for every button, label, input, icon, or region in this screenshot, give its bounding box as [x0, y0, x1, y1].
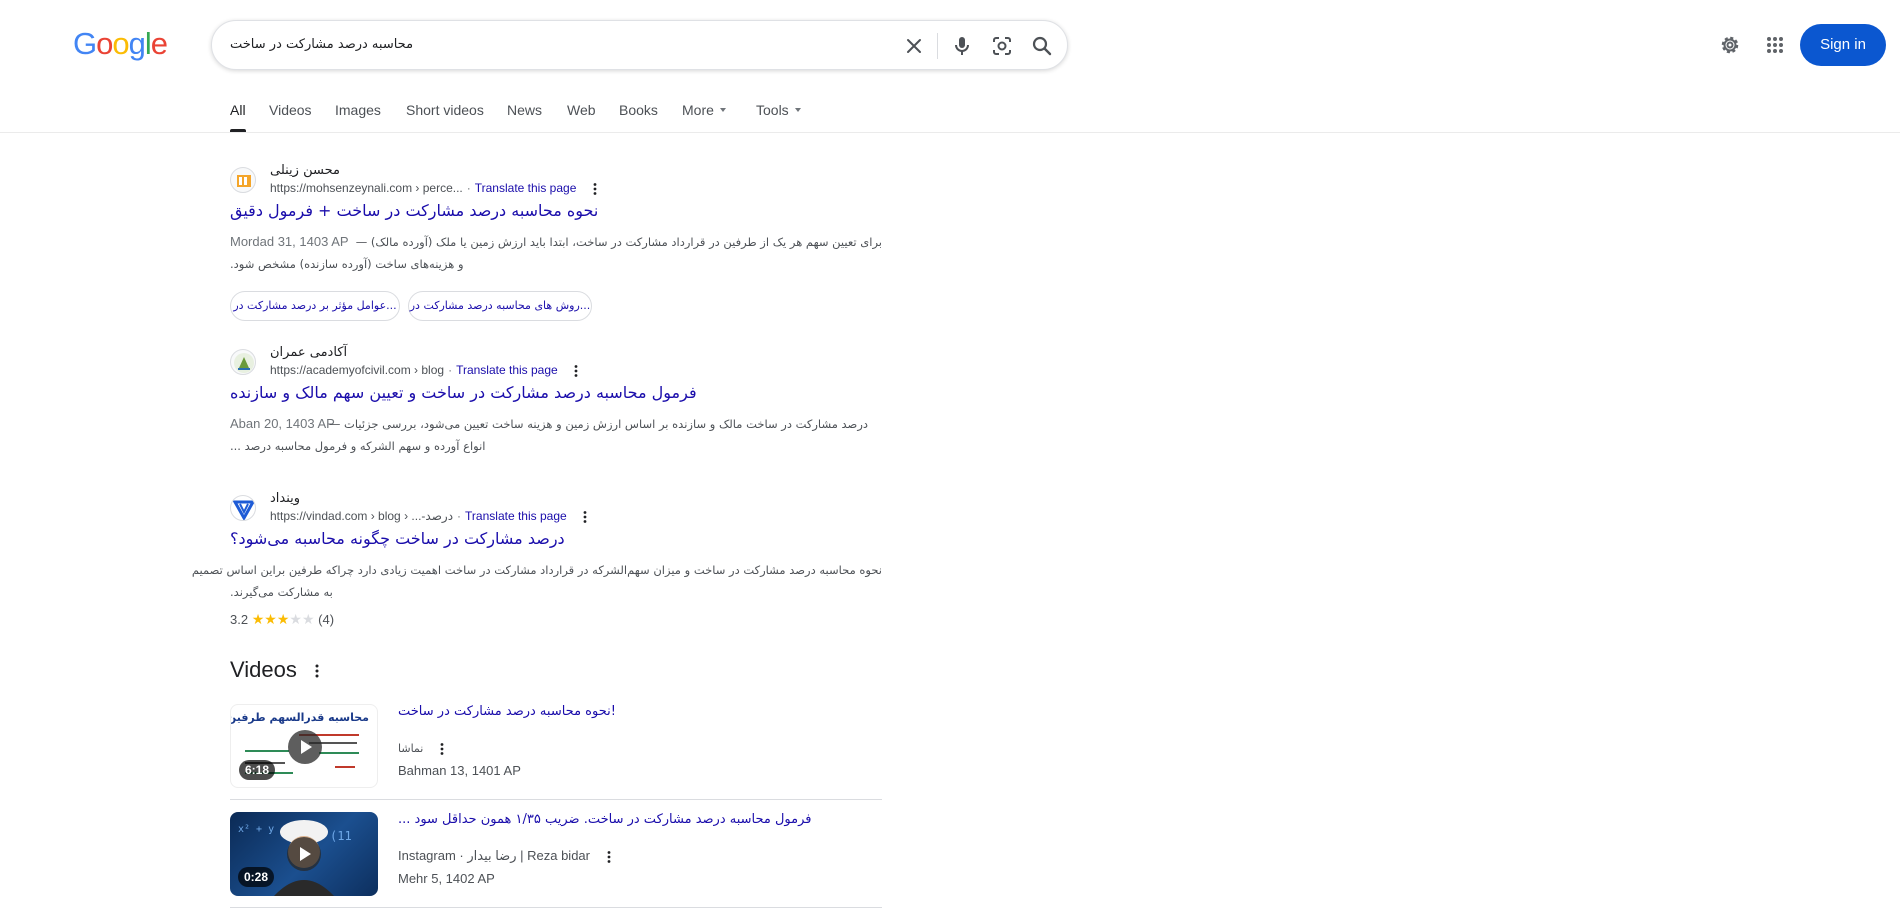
snippet-line-2: انواع آورده و سهم الشرکه و فرمول محاسبه … — [230, 439, 486, 453]
svg-text:x² + y: x² + y — [238, 824, 274, 835]
more-options-icon[interactable] — [578, 510, 592, 524]
video-thumbnail[interactable]: x² + y (11 0:28 — [230, 812, 378, 896]
site-favicon[interactable] — [230, 495, 256, 521]
site-favicon[interactable] — [230, 349, 256, 375]
separator: · — [457, 509, 462, 523]
star-icon: ★ — [264, 611, 277, 627]
video-thumbnail[interactable]: محاسبه قدرالسهم طرفین 6:18 — [230, 704, 378, 788]
video-date: Mehr 5, 1402 AP — [398, 871, 495, 886]
rating-stars: ★★★★★ — [251, 611, 315, 627]
more-options-icon[interactable] — [309, 663, 325, 679]
video-source-name: Instagram · رضا بیدار | Reza bidar — [398, 848, 590, 863]
chevron-down-icon — [794, 108, 801, 113]
result-url[interactable]: https://mohsenzeynali.com › perce... · Tra… — [270, 181, 602, 196]
more-options-icon[interactable] — [435, 742, 449, 756]
divider — [230, 907, 882, 908]
video-source-name: نماشا — [398, 742, 424, 755]
snippet-line-1: برای تعیین سهم هر یک از طرفین در قرارداد… — [355, 235, 882, 249]
rating-count: (4) — [318, 612, 335, 627]
site-name: وینداد — [270, 491, 301, 506]
result-title-link[interactable]: نحوه محاسبه درصد مشارکت در ساخت + فرمول … — [230, 201, 598, 220]
star-icon: ★ — [276, 611, 290, 627]
translate-link[interactable]: Translate this page — [465, 509, 567, 523]
snippet-line-2: و هزینه‌های ساخت (آورده سازنده) مشخص شود… — [230, 257, 464, 271]
result-url[interactable]: https://academyofcivil.com › blog · Transl… — [270, 363, 583, 378]
apps-grid-icon[interactable] — [1763, 33, 1787, 57]
url-text: https://vindad.com › blog › ...-درصد — [270, 509, 454, 523]
favicon-image — [234, 353, 254, 373]
url-text: https://academyofcivil.com › blog — [270, 363, 445, 377]
thumbnail-caption: محاسبه قدرالسهم طرفین — [230, 711, 369, 724]
translate-link[interactable]: Translate this page — [475, 181, 577, 195]
result-date: Aban 20, 1403 AP — [230, 416, 335, 431]
sitelink-chip[interactable]: روش های محاسبه درصد مشارکت در... — [408, 291, 592, 321]
play-icon[interactable] — [288, 730, 322, 764]
clear-icon[interactable] — [902, 34, 926, 58]
video-duration: 0:28 — [238, 867, 275, 887]
tab-more[interactable]: More — [682, 102, 726, 132]
url-text: https://mohsenzeynali.com › perce... — [270, 181, 463, 195]
tab-short-videos[interactable]: Short videos — [406, 102, 484, 132]
camera-lens-icon[interactable] — [990, 34, 1014, 58]
video-source: نماشا — [398, 740, 449, 756]
site-name: محسن زینلی — [270, 163, 340, 178]
tab-news[interactable]: News — [507, 102, 542, 132]
settings-gear-icon[interactable] — [1718, 33, 1742, 57]
tab-more-label: More — [682, 102, 714, 118]
result-snippet: نحوه محاسبه درصد مشارکت در ساخت و میزان … — [191, 559, 882, 603]
video-date: Bahman 13, 1401 AP — [398, 763, 521, 778]
videos-section-heading: Videos — [230, 657, 297, 682]
video-title-link[interactable]: فرمول محاسبه درصد مشارکت در ساخت. ضریب ۱… — [398, 812, 812, 827]
tab-tools[interactable]: Tools — [756, 102, 801, 132]
header-divider — [0, 132, 1900, 133]
star-icon: ★ — [251, 611, 265, 627]
result-title-link[interactable]: فرمول محاسبه درصد مشارکت در ساخت و تعیین… — [230, 383, 697, 402]
tab-all[interactable]: All — [230, 102, 246, 132]
snippet-line-2: به مشارکت می‌گیرند. — [230, 585, 333, 599]
favicon-image — [232, 500, 255, 520]
result-date: Mordad 31, 1403 AP — [230, 234, 349, 249]
video-title-link[interactable]: !نحوه محاسبه درصد مشارکت در ساخت — [398, 704, 616, 719]
star-icon: ★ — [289, 611, 302, 627]
search-input[interactable]: محاسبه درصد مشارکت در ساخت — [230, 21, 890, 69]
rating-value: 3.2 — [230, 612, 249, 627]
header: Google محاسبه درصد مشارکت در ساخت Sign i… — [0, 0, 1900, 90]
google-logo[interactable]: Google — [73, 26, 168, 62]
snippet-line-1: نحوه محاسبه درصد مشارکت در ساخت و میزان … — [191, 563, 882, 577]
sitelink-chip[interactable]: عوامل مؤثر بر درصد مشارکت در... — [230, 291, 400, 321]
site-name: آکادمی عمران — [270, 345, 348, 360]
separator: · — [448, 363, 453, 377]
play-icon[interactable] — [287, 837, 321, 871]
favicon-image — [237, 175, 251, 187]
sign-in-button[interactable]: Sign in — [1800, 24, 1886, 66]
star-icon: ★ — [301, 611, 315, 627]
tab-tools-label: Tools — [756, 102, 789, 118]
svg-text:(11: (11 — [330, 829, 352, 843]
tab-videos[interactable]: Videos — [269, 102, 312, 132]
result-snippet: Aban 20, 1403 AP درصد مشارکت در ساخت مال… — [230, 413, 882, 457]
video-duration: 6:18 — [239, 760, 276, 780]
site-favicon[interactable] — [230, 167, 256, 193]
video-source: Instagram · رضا بیدار | Reza bidar — [398, 848, 616, 864]
more-options-icon[interactable] — [569, 364, 583, 378]
snippet-line-1: درصد مشارکت در ساخت مالک و سازنده بر اسا… — [328, 417, 868, 431]
search-icon[interactable] — [1030, 34, 1054, 58]
result-title-link[interactable]: درصد مشارکت در ساخت چگونه محاسبه می‌شود؟ — [230, 529, 565, 548]
rating: 3.2 ★★★★★ (4) — [230, 611, 334, 628]
chevron-down-icon — [719, 108, 726, 113]
divider — [230, 799, 882, 800]
tab-images[interactable]: Images — [335, 102, 381, 132]
more-options-icon[interactable] — [602, 850, 616, 864]
result-snippet: Mordad 31, 1403 AP برای تعیین سهم هر یک … — [230, 231, 882, 275]
microphone-icon[interactable] — [950, 34, 974, 58]
more-options-icon[interactable] — [588, 182, 602, 196]
result-url[interactable]: https://vindad.com › blog › ...-درصد · Tra… — [270, 509, 592, 524]
search-box[interactable]: محاسبه درصد مشارکت در ساخت — [211, 20, 1068, 70]
separator: · — [466, 181, 471, 195]
search-divider — [937, 33, 938, 59]
tab-web[interactable]: Web — [567, 102, 596, 132]
tab-books[interactable]: Books — [619, 102, 658, 132]
translate-link[interactable]: Translate this page — [456, 363, 558, 377]
